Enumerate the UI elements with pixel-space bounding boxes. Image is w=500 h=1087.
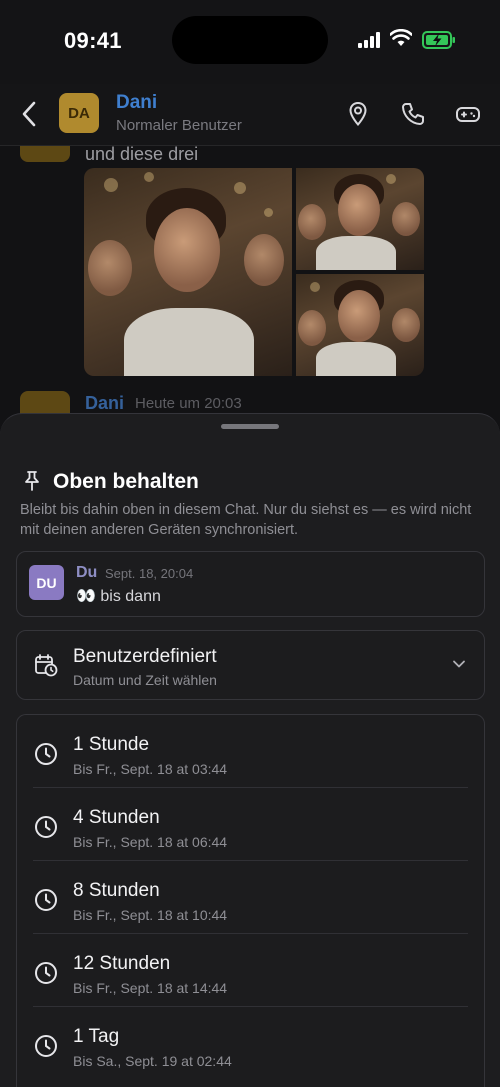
dynamic-island (172, 16, 328, 64)
status-time: 09:41 (64, 28, 122, 53)
contact-avatar[interactable]: DA (59, 93, 99, 133)
custom-title: Benutzerdefiniert (73, 646, 217, 667)
contact-name[interactable]: Dani (116, 92, 157, 114)
duration-title: 4 Stunden (73, 807, 160, 828)
wifi-icon (390, 29, 412, 46)
avatar: DU (29, 565, 64, 600)
clock-icon (35, 889, 57, 911)
pin-icon (25, 471, 39, 491)
app-screen: 09:41 DA Dani Normaler Benutzer und dies… (0, 0, 500, 1087)
chat-header: DA Dani Normaler Benutzer (0, 84, 500, 146)
photo-top-right[interactable] (296, 168, 424, 270)
sheet-title: Oben behalten (53, 470, 199, 493)
duration-title: 12 Stunden (73, 953, 171, 974)
message-timestamp: Heute um 20:03 (135, 395, 242, 412)
duration-until: Bis Fr., Sept. 18 at 10:44 (73, 907, 228, 923)
message-sender: Dani (85, 393, 125, 413)
game-controller-icon[interactable] (455, 101, 481, 127)
duration-option-4h[interactable]: 4 Stunden Bis Fr., Sept. 18 at 06:44 (17, 788, 484, 861)
duration-until: Bis Sa., Sept. 19 at 02:44 (73, 1053, 232, 1069)
pin-bottom-sheet: Oben behalten Bleibt bis dahin oben in d… (0, 413, 500, 1087)
duration-option-1h[interactable]: 1 Stunde Bis Fr., Sept. 18 at 03:44 (17, 715, 484, 788)
photo-main[interactable] (84, 168, 292, 376)
chat-messages: und diese drei Dani Heute um 20:03 (0, 144, 500, 446)
phone-call-icon[interactable] (400, 101, 426, 127)
duration-title: 1 Stunde (73, 734, 150, 755)
message-avatar (20, 146, 70, 162)
battery-charging-icon (422, 31, 455, 49)
duration-title: 1 Tag (73, 1026, 120, 1047)
preview-sender: Du (76, 564, 98, 581)
preview-message: 👀 bis dann (76, 588, 161, 605)
clock-icon (35, 816, 57, 838)
photo-grid[interactable] (84, 168, 424, 376)
duration-until: Bis Fr., Sept. 18 at 03:44 (73, 761, 228, 777)
sheet-grabber[interactable] (221, 424, 279, 429)
message-preview: DU Du Sept. 18, 20:04 👀 bis dann (16, 551, 485, 617)
back-chevron-icon[interactable] (18, 100, 40, 128)
chevron-down-icon[interactable] (452, 659, 466, 669)
contact-role: Normaler Benutzer (116, 117, 242, 134)
preview-timestamp: Sept. 18, 20:04 (105, 566, 194, 581)
clock-icon (35, 743, 57, 765)
duration-option-12h[interactable]: 12 Stunden Bis Fr., Sept. 18 at 14:44 (17, 934, 484, 1007)
status-bar: 09:41 (0, 0, 500, 84)
sheet-description: Bleibt bis dahin oben in diesem Chat. Nu… (20, 502, 472, 538)
location-pin-icon[interactable] (345, 101, 371, 127)
duration-option-8h[interactable]: 8 Stunden Bis Fr., Sept. 18 at 10:44 (17, 861, 484, 934)
calendar-clock-icon (35, 654, 58, 677)
duration-until: Bis Fr., Sept. 18 at 14:44 (73, 980, 228, 996)
message-text: und diese drei (85, 144, 199, 164)
cellular-signal-icon (358, 32, 380, 48)
duration-until: Bis Fr., Sept. 18 at 06:44 (73, 834, 228, 850)
clock-icon (35, 1035, 57, 1057)
clock-icon (35, 962, 57, 984)
photo-bottom-right[interactable] (296, 274, 424, 376)
duration-option-1d[interactable]: 1 Tag Bis Sa., Sept. 19 at 02:44 (17, 1007, 484, 1080)
duration-title: 8 Stunden (73, 880, 160, 901)
custom-duration-option[interactable]: Benutzerdefiniert Datum und Zeit wählen (16, 630, 485, 700)
duration-options-list: 1 Stunde Bis Fr., Sept. 18 at 03:44 4 St… (16, 714, 485, 1087)
custom-subtitle: Datum und Zeit wählen (73, 672, 217, 688)
